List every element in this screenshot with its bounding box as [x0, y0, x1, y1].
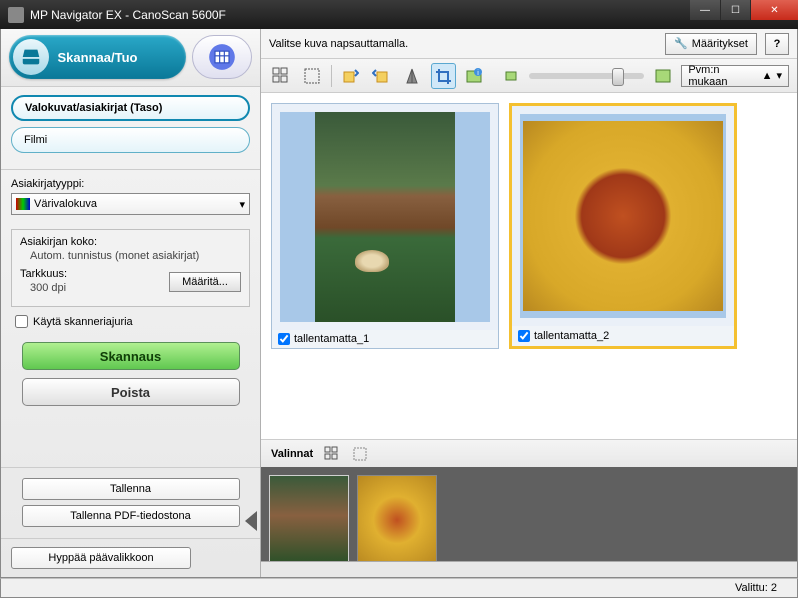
resolution-label: Tarkkuus:	[20, 268, 67, 280]
mode-header: Skannaa/Tuo	[1, 29, 260, 87]
save-pdf-button[interactable]: Tallenna PDF-tiedostona	[22, 505, 240, 527]
specify-button[interactable]: Määritä...	[169, 272, 241, 292]
sort-asc-icon: ▲	[762, 70, 773, 82]
scan-button[interactable]: Skannaus	[22, 342, 240, 370]
minimize-button[interactable]: —	[690, 0, 720, 20]
select-grid-icon[interactable]	[300, 63, 325, 89]
toolbar: i Pvm:n mukaan ▲ ▾	[261, 59, 797, 93]
image-info-icon[interactable]: i	[462, 63, 487, 89]
jump-main-button[interactable]: Hyppää päävalikkoon	[11, 547, 191, 569]
top-bar: Valitse kuva napsauttamalla. 🔧 Määrityks…	[261, 29, 797, 59]
rotate-right-icon[interactable]	[369, 63, 394, 89]
close-button[interactable]: ✕	[750, 0, 798, 20]
use-driver-label: Käytä skanneriajuria	[33, 316, 133, 328]
color-swatch-icon	[16, 198, 30, 210]
jump-group: Hyppää päävalikkoon	[1, 538, 260, 577]
selection-label: Valinnat	[271, 448, 313, 460]
rotate-left-icon[interactable]	[338, 63, 363, 89]
sidebar: Skannaa/Tuo Valokuvat/asiakirjat (Taso) …	[1, 29, 261, 577]
app-icon	[8, 7, 24, 23]
document-size-value: Autom. tunnistus (monet asiakirjat)	[30, 250, 241, 262]
zoom-slider[interactable]	[529, 73, 644, 79]
tray-thumb[interactable]	[269, 475, 349, 565]
thumbnail-checkbox[interactable]	[518, 330, 530, 342]
thumbnail-image	[280, 112, 490, 322]
wrench-icon: 🔧	[674, 37, 688, 50]
tray-arrow-icon	[245, 511, 257, 531]
zoom-out-thumb-icon[interactable]	[498, 63, 523, 89]
status-bar: Valittu: 2	[0, 578, 798, 598]
tray-scrollbar[interactable]	[261, 561, 797, 577]
thumbnail-area: tallentamatta_1 tallentamatta_2	[261, 93, 797, 439]
use-driver-row[interactable]: Käytä skanneriajuria	[1, 313, 260, 338]
document-size-label: Asiakirjan koko:	[20, 236, 241, 248]
chevron-down-icon: ▾	[777, 69, 783, 82]
sort-button[interactable]: Pvm:n mukaan ▲ ▾	[681, 65, 789, 87]
selection-tray	[261, 467, 797, 577]
instruction-text: Valitse kuva napsauttamalla.	[269, 38, 657, 50]
select-all-icon[interactable]	[269, 63, 294, 89]
window-titlebar: MP Navigator EX - CanoScan 5600F — ☐ ✕	[0, 0, 798, 29]
document-type-select[interactable]: Värivalokuva ▾	[11, 193, 250, 215]
selected-count: Valittu: 2	[735, 582, 777, 594]
deselect-small-icon[interactable]	[351, 445, 369, 463]
thumbnail-checkbox[interactable]	[278, 333, 290, 345]
save-button[interactable]: Tallenna	[22, 478, 240, 500]
tray-thumb[interactable]	[357, 475, 437, 565]
save-group: Tallenna Tallenna PDF-tiedostona	[1, 467, 260, 538]
main-panel: Valitse kuva napsauttamalla. 🔧 Määrityks…	[261, 29, 797, 577]
scan-import-tab[interactable]: Skannaa/Tuo	[9, 35, 186, 79]
use-driver-checkbox[interactable]	[15, 315, 28, 328]
thumbnail-caption: tallentamatta_2	[534, 330, 609, 342]
scan-import-label: Skannaa/Tuo	[58, 50, 138, 65]
document-type-section: Asiakirjatyyppi: Värivalokuva ▾	[1, 170, 260, 223]
selection-bar: Valinnat	[261, 439, 797, 467]
scan-settings-box: Asiakirjan koko: Autom. tunnistus (monet…	[11, 229, 250, 307]
crop-icon[interactable]	[431, 63, 456, 89]
delete-button[interactable]: Poista	[22, 378, 240, 406]
resolution-value: 300 dpi	[30, 282, 67, 294]
thumbnail-image	[520, 114, 726, 318]
source-group: Valokuvat/asiakirjat (Taso) Filmi	[1, 87, 260, 170]
maximize-button[interactable]: ☐	[720, 0, 750, 20]
scanner-icon	[13, 39, 49, 75]
help-button[interactable]: ?	[765, 33, 789, 55]
thumbnail-caption: tallentamatta_1	[294, 333, 369, 345]
flip-icon[interactable]	[400, 63, 425, 89]
source-platen-button[interactable]: Valokuvat/asiakirjat (Taso)	[11, 95, 250, 121]
chevron-down-icon: ▾	[239, 198, 245, 211]
source-film-button[interactable]: Filmi	[11, 127, 250, 153]
document-type-label: Asiakirjatyyppi:	[11, 178, 250, 190]
select-all-small-icon[interactable]	[323, 445, 341, 463]
window-title: MP Navigator EX - CanoScan 5600F	[30, 8, 226, 22]
zoom-in-thumb-icon[interactable]	[650, 63, 675, 89]
thumbnail-item[interactable]: tallentamatta_2	[509, 103, 737, 349]
preferences-button[interactable]: 🔧 Määritykset	[665, 33, 757, 55]
view-use-tab[interactable]	[192, 35, 252, 79]
thumbnail-item[interactable]: tallentamatta_1	[271, 103, 499, 349]
